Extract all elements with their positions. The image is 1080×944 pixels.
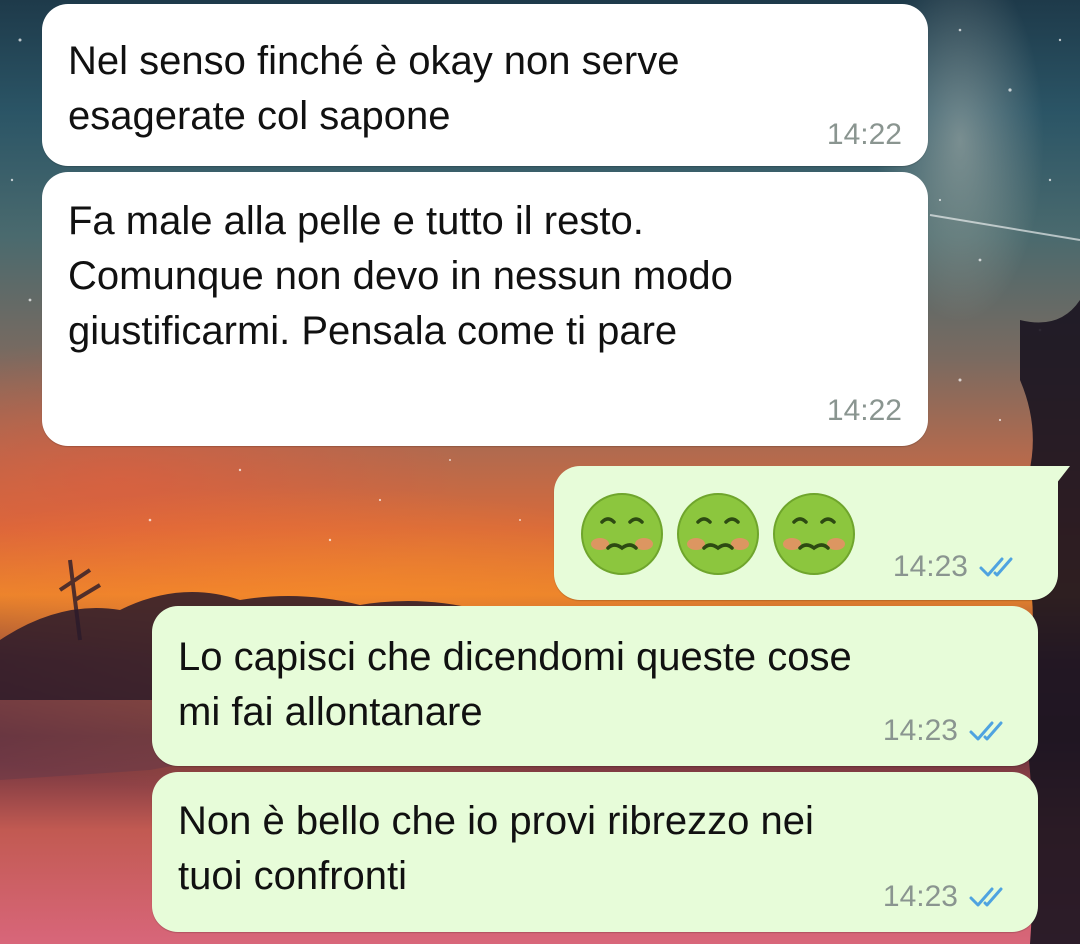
double-check-read-icon	[969, 887, 1003, 907]
message-bubble-outgoing[interactable]: 14:23	[554, 466, 1058, 600]
emoji-row	[580, 492, 856, 576]
double-check-read-icon	[979, 557, 1013, 577]
message-bubble-outgoing[interactable]: Lo capisci che dicendomi queste cose mi …	[152, 606, 1038, 766]
message-meta: 14:23	[883, 880, 1012, 914]
double-check-read-icon	[969, 721, 1003, 741]
message-meta: 14:22	[827, 394, 902, 428]
message-bubble-incoming[interactable]: Fa male alla pelle e tutto il resto. Com…	[42, 172, 928, 446]
nauseated-face-icon	[773, 493, 855, 575]
message-meta: 14:22	[827, 118, 902, 152]
message-meta: 14:23	[883, 714, 1012, 748]
message-timestamp: 14:23	[882, 714, 958, 747]
message-timestamp: 14:23	[882, 880, 958, 913]
message-meta: 14:23	[893, 550, 1022, 584]
message-bubble-outgoing[interactable]: Non è bello che io provi ribrezzo nei tu…	[152, 772, 1038, 932]
nauseated-face-icon	[581, 493, 663, 575]
bubble-tail	[1056, 466, 1070, 484]
message-timestamp: 14:22	[826, 394, 902, 427]
message-timestamp: 14:22	[826, 118, 902, 151]
message-timestamp: 14:23	[892, 550, 968, 583]
nauseated-face-icon	[677, 493, 759, 575]
message-text: Fa male alla pelle e tutto il resto. Com…	[68, 199, 733, 353]
message-text: Nel senso finché è okay non serve esager…	[68, 39, 680, 138]
message-bubble-incoming[interactable]: Nel senso finché è okay non serve esager…	[42, 4, 928, 166]
